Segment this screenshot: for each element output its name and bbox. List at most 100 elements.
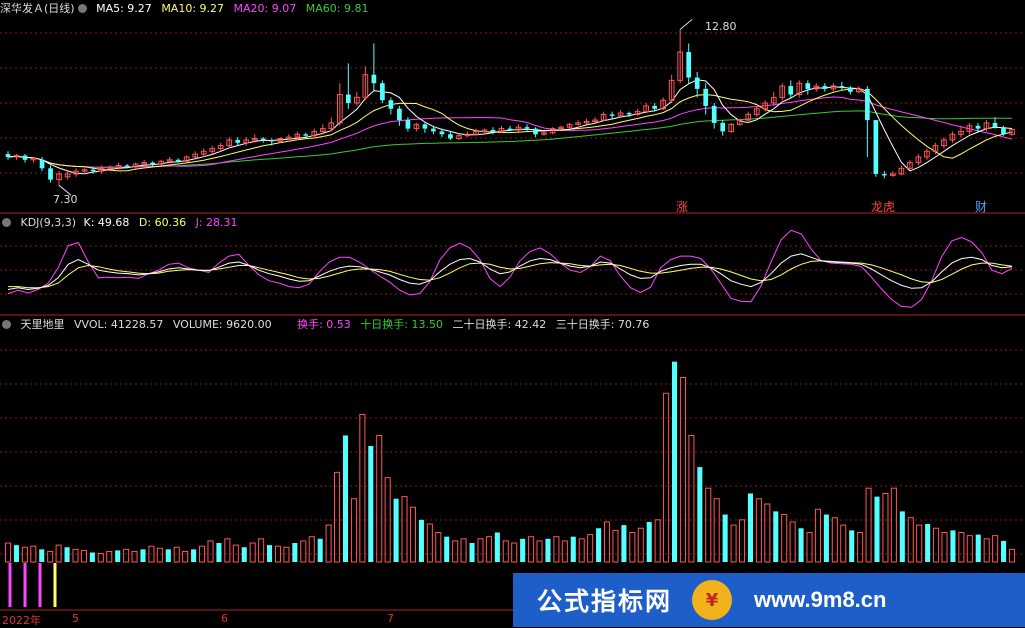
volume-bar xyxy=(966,535,973,563)
marker-longhu[interactable]: 龙虎 xyxy=(871,200,895,214)
candle-body xyxy=(533,128,538,135)
volume-bar xyxy=(975,534,981,562)
volume-bar xyxy=(849,530,855,562)
volume-bar xyxy=(292,543,298,562)
high-price-label: 12.80 xyxy=(705,20,737,33)
volume-bar xyxy=(123,548,130,563)
volume-bar xyxy=(393,498,399,562)
candle-body xyxy=(992,122,998,128)
volume-bar xyxy=(958,531,965,563)
volume-bar xyxy=(798,528,804,562)
volume-bar xyxy=(671,361,678,562)
candle-body xyxy=(150,162,155,165)
volume-bar xyxy=(376,434,383,563)
volume-bar xyxy=(899,511,905,562)
kdj-lines xyxy=(7,229,1013,308)
candle-body xyxy=(260,138,266,140)
volume-bar xyxy=(115,550,121,562)
volume-bar xyxy=(173,546,180,563)
volume-bar xyxy=(882,492,889,563)
candle-body xyxy=(873,120,879,174)
candle-body xyxy=(805,83,811,89)
volume-bar xyxy=(857,531,864,563)
high-pointer xyxy=(679,18,693,30)
volume-bar xyxy=(207,540,214,563)
watermark-url: www.9m8.cn xyxy=(754,587,887,612)
candle-body xyxy=(422,124,428,129)
volume-bar xyxy=(1001,540,1007,562)
volume-bar xyxy=(840,524,847,563)
volume-bar xyxy=(528,536,535,563)
volume-bar xyxy=(621,525,627,562)
candle-body xyxy=(609,114,615,116)
candle-body xyxy=(269,139,275,142)
candle-body xyxy=(703,88,709,106)
candle-body xyxy=(865,88,870,121)
volume-bar xyxy=(663,392,670,563)
candle-body xyxy=(507,128,513,131)
annotations: 12.80 7.30 涨 龙虎 财 xyxy=(53,18,987,214)
volume-bar xyxy=(140,549,146,562)
volume-bar xyxy=(477,538,484,563)
volume-bar xyxy=(865,487,872,563)
volume-bar xyxy=(925,524,931,562)
volume-bar xyxy=(596,528,602,562)
candle-body xyxy=(839,86,845,88)
volume-bar xyxy=(300,540,307,563)
volume-bar xyxy=(561,540,568,563)
volume-bar xyxy=(992,535,999,563)
candle-body xyxy=(90,169,96,172)
candle-body xyxy=(48,168,53,180)
kdj-k-line xyxy=(7,253,1013,291)
volume-bar xyxy=(738,519,746,563)
volume-bar xyxy=(831,517,838,563)
candle-body xyxy=(175,159,181,162)
volume-bar xyxy=(224,538,231,563)
volume-bar xyxy=(545,538,551,562)
candle-body xyxy=(448,134,453,139)
axis-label-year: 2022年 xyxy=(2,614,41,627)
volume-bar xyxy=(469,543,475,562)
candle-body xyxy=(124,165,130,167)
volume-bar xyxy=(435,531,442,563)
volume-bar xyxy=(418,519,424,562)
marker-zhang[interactable]: 涨 xyxy=(676,199,688,214)
candles xyxy=(5,29,1015,186)
candle-body xyxy=(524,127,530,129)
candle-body xyxy=(380,83,385,101)
volume-bar xyxy=(907,517,914,563)
volume-bar xyxy=(697,467,703,562)
volume-bar xyxy=(806,531,813,563)
volume-bar xyxy=(494,532,500,562)
volume-bar xyxy=(182,550,189,563)
volume-bar xyxy=(789,521,796,563)
volume-bar xyxy=(21,546,28,563)
volume-bar xyxy=(578,538,585,563)
volume-bar xyxy=(502,540,509,563)
marker-cai[interactable]: 财 xyxy=(975,200,987,214)
chart-canvas[interactable]: 12.80 7.30 涨 龙虎 财 xyxy=(0,0,1025,627)
volume-bar xyxy=(4,542,12,563)
candle-body xyxy=(405,120,411,129)
volume-bar xyxy=(705,487,712,563)
volume-bar xyxy=(679,376,686,563)
volume-bar xyxy=(39,549,45,562)
volume-bar xyxy=(916,524,923,563)
volume-bar xyxy=(764,503,771,563)
volume-bar xyxy=(72,548,79,563)
candle-body xyxy=(975,125,981,129)
volume-bar xyxy=(249,542,256,563)
volume-bar xyxy=(64,547,70,562)
volume-bar xyxy=(637,527,644,563)
volume-bar xyxy=(156,547,163,563)
volume-bar xyxy=(485,536,492,563)
axis-label-may: 5 xyxy=(72,612,79,625)
volume-bar xyxy=(629,531,636,563)
volume-bar xyxy=(1008,548,1016,563)
candle-body xyxy=(303,134,309,136)
volume-bar xyxy=(359,413,366,563)
volume-bar xyxy=(511,542,518,563)
candle-body xyxy=(235,139,241,143)
volume-bar xyxy=(730,524,737,563)
volume-bar xyxy=(350,498,357,563)
